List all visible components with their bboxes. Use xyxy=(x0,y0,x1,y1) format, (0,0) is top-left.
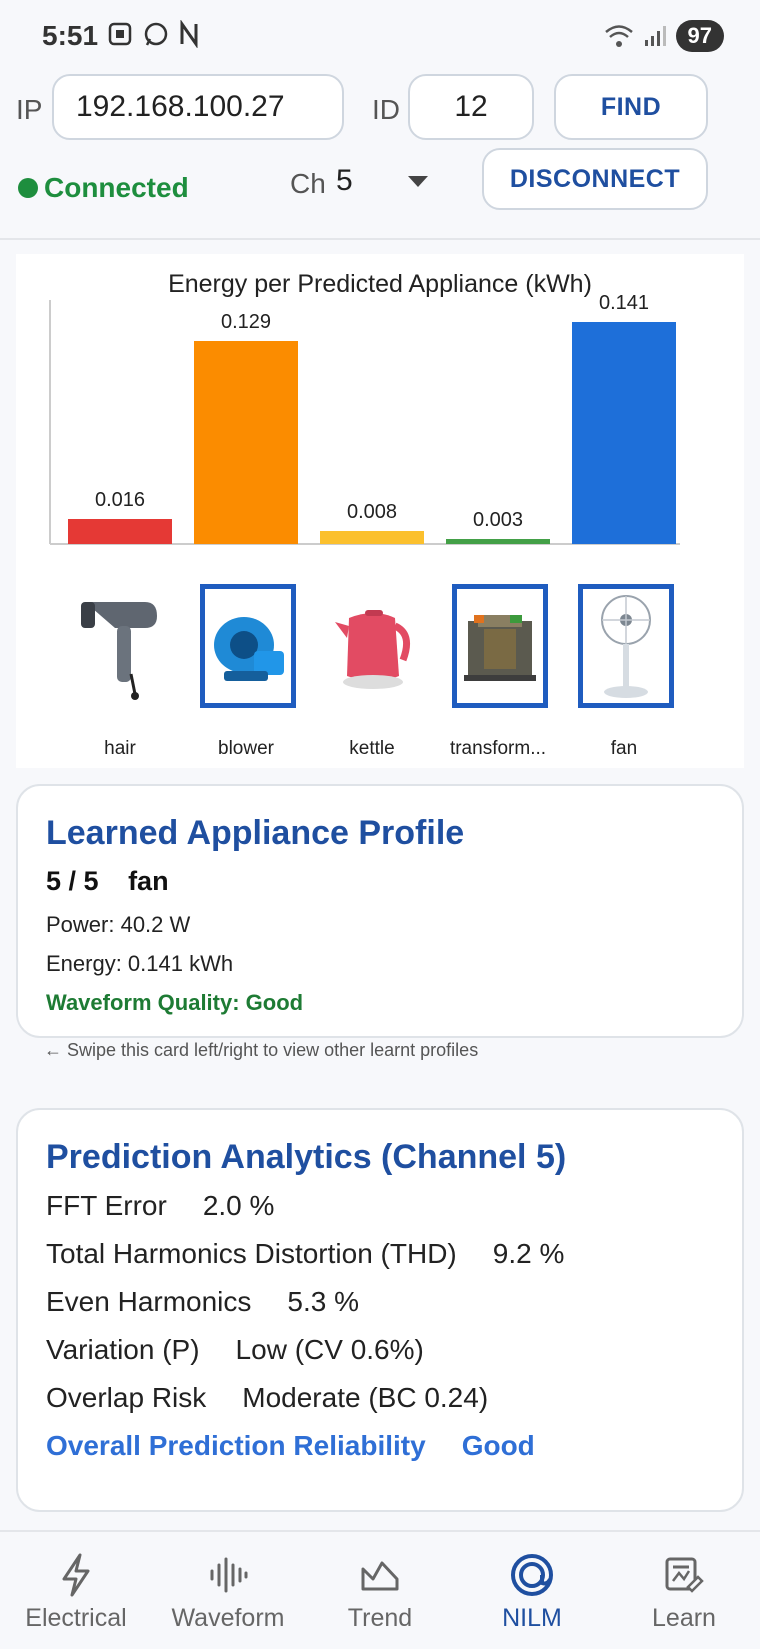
hair-dryer-thumbnail[interactable] xyxy=(72,584,168,708)
chart-bar-fan xyxy=(572,322,676,544)
connection-status: Connected xyxy=(18,172,189,204)
analytics-row-even: Even Harmonics 5.3 % xyxy=(46,1286,359,1318)
transformer-icon xyxy=(464,615,536,681)
ip-label: IP xyxy=(16,94,43,125)
analytics-value: Low (CV 0.6%) xyxy=(235,1334,424,1365)
trend-icon xyxy=(361,1561,399,1591)
chart-value-label: 0.016 xyxy=(94,488,146,511)
chart-category-label: fan xyxy=(610,738,638,759)
nav-label: Learn xyxy=(652,1604,716,1632)
profile-quality: Waveform Quality: Good xyxy=(46,990,304,1015)
nav-item-waveform[interactable]: Waveform xyxy=(152,1532,304,1649)
analytics-label: Even Harmonics xyxy=(46,1286,252,1317)
chart-bar-transform xyxy=(446,539,550,544)
nav-label: Electrical xyxy=(25,1604,127,1632)
analytics-value: 5.3 % xyxy=(287,1286,360,1317)
analytics-row-overlap: Overlap Risk Moderate (BC 0.24) xyxy=(46,1382,488,1414)
chart-bar-hair xyxy=(68,518,172,544)
nav-item-learn[interactable]: Learn xyxy=(608,1532,760,1649)
chart-value-label: 0.003 xyxy=(472,509,524,532)
nilm-icon xyxy=(511,1554,553,1596)
blower-icon xyxy=(214,617,284,681)
chart-category-label: kettle xyxy=(349,738,395,759)
analytics-label: FFT Error xyxy=(46,1190,167,1221)
energy-chart-card: Energy per Predicted Appliance (kWh) 0.0… xyxy=(16,254,744,768)
chart-category-label: transform... xyxy=(449,738,547,759)
id-label: ID xyxy=(372,94,400,125)
wifi-icon xyxy=(604,25,633,47)
transformer-thumbnail[interactable] xyxy=(452,584,548,708)
overall-reliability-value: Good xyxy=(461,1430,535,1461)
chart-bar-kettle xyxy=(320,531,424,544)
fan-icon xyxy=(601,595,651,698)
analytics-value: Moderate (BC 0.24) xyxy=(242,1382,489,1413)
chart-value-label: 0.129 xyxy=(220,310,272,333)
status-notification-icons xyxy=(106,20,200,48)
chevron-down-icon xyxy=(408,176,428,187)
disconnect-button[interactable]: DISCONNECT xyxy=(482,148,708,210)
find-button[interactable]: FIND xyxy=(554,74,708,140)
profile-power: Power: 40.2 W xyxy=(46,912,191,937)
status-dot-icon xyxy=(18,178,38,198)
profile-title: Learned Appliance Profile xyxy=(46,814,465,852)
chart-category-label: blower xyxy=(218,738,274,759)
channel-select[interactable]: Ch 5 xyxy=(290,162,440,202)
connection-panel: IP 192.168.100.27 ID 12 FIND Connected C… xyxy=(0,70,760,240)
profile-name: fan xyxy=(128,866,169,896)
bolt-icon xyxy=(62,1553,90,1597)
blower-thumbnail[interactable] xyxy=(200,584,296,708)
status-time: 5:51 xyxy=(42,20,99,51)
nav-item-nilm[interactable]: NILM xyxy=(456,1532,608,1649)
fan-thumbnail[interactable] xyxy=(578,584,674,708)
overall-reliability-label: Overall Prediction Reliability xyxy=(46,1430,426,1461)
signal-icon xyxy=(644,26,666,46)
bottom-navigation: Electrical Waveform Trend NILM Learn xyxy=(0,1530,760,1649)
analytics-value: 2.0 % xyxy=(202,1190,275,1221)
channel-label: Ch xyxy=(290,168,326,199)
profile-swipe-hint: ← Swipe this card left/right to view oth… xyxy=(44,1040,479,1060)
id-input[interactable]: 12 xyxy=(408,74,534,140)
connection-status-text: Connected xyxy=(44,172,189,203)
hair-dryer-icon xyxy=(81,602,157,700)
chart-bar-blower xyxy=(194,340,298,544)
channel-value: 5 xyxy=(336,164,353,197)
waveform-icon xyxy=(210,1557,248,1593)
nav-item-trend[interactable]: Trend xyxy=(304,1532,456,1649)
profile-energy: Energy: 0.141 kWh xyxy=(46,951,234,976)
whatsapp-icon xyxy=(144,22,168,46)
profile-index: 5 / 5 xyxy=(46,866,99,896)
prediction-analytics-card: Prediction Analytics (Channel 5) FFT Err… xyxy=(16,1108,744,1512)
status-bar: 5:51 97 xyxy=(0,0,760,70)
nav-label: Waveform xyxy=(171,1604,285,1632)
learn-icon xyxy=(665,1557,704,1593)
battery-indicator: 97 xyxy=(675,20,724,52)
analytics-title: Prediction Analytics (Channel 5) xyxy=(46,1138,567,1176)
kettle-thumbnail[interactable] xyxy=(326,584,422,708)
analytics-row-fft: FFT Error 2.0 % xyxy=(46,1190,274,1222)
analytics-label: Total Harmonics Distortion (THD) xyxy=(46,1238,457,1269)
analytics-label: Overlap Risk xyxy=(46,1382,207,1413)
chart-category-label: hair xyxy=(104,738,136,759)
analytics-value: 9.2 % xyxy=(492,1238,565,1269)
learned-profile-card[interactable]: Learned Appliance Profile 5 / 5 fan Powe… xyxy=(16,784,744,1038)
n-icon xyxy=(180,20,198,48)
ip-input[interactable]: 192.168.100.27 xyxy=(52,74,344,140)
kettle-icon xyxy=(335,610,411,689)
chart-value-label: 0.141 xyxy=(598,292,650,315)
nav-label: Trend xyxy=(347,1604,413,1632)
analytics-row-thd: Total Harmonics Distortion (THD) 9.2 % xyxy=(46,1238,564,1270)
chart-value-label: 0.008 xyxy=(346,501,398,524)
analytics-label: Variation (P) xyxy=(46,1334,200,1365)
analytics-overall: Overall Prediction Reliability Good xyxy=(46,1430,535,1462)
profile-counter: 5 / 5 fan xyxy=(46,866,169,897)
status-system-icons: 97 xyxy=(604,20,724,52)
nav-label: NILM xyxy=(502,1604,562,1632)
analytics-row-variation: Variation (P) Low (CV 0.6%) xyxy=(46,1334,424,1366)
nav-item-electrical[interactable]: Electrical xyxy=(0,1532,152,1649)
screenshot-icon xyxy=(108,22,132,46)
